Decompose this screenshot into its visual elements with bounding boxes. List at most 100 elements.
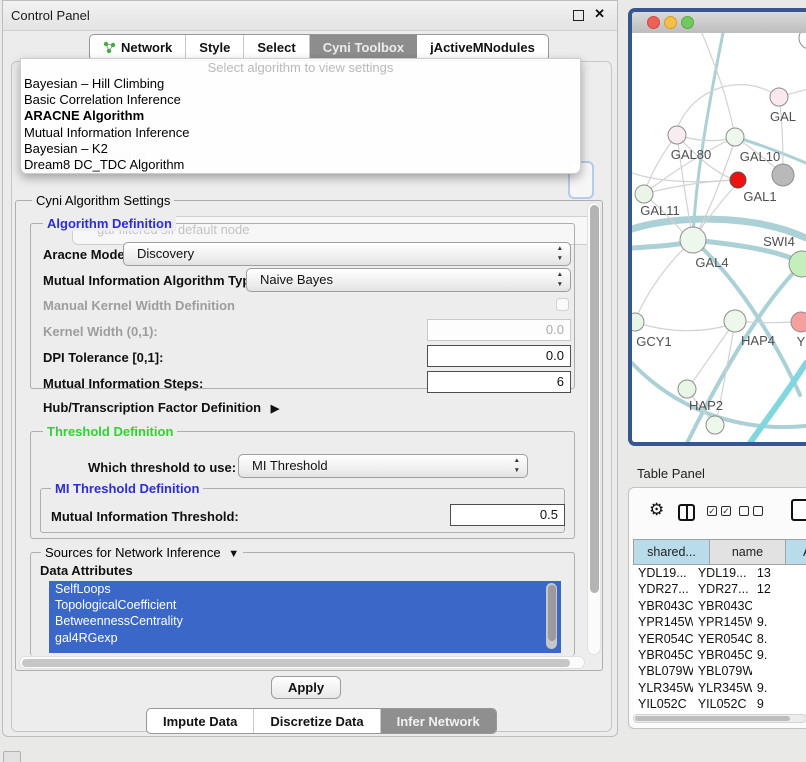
float-window-icon[interactable]: [573, 10, 584, 21]
network-node[interactable]: [772, 164, 794, 186]
tab-select[interactable]: Select: [244, 35, 309, 60]
algorithm-option[interactable]: Bayesian – K2: [21, 141, 580, 157]
network-node[interactable]: [724, 310, 746, 332]
mi-steps-label: Mutual Information Steps:: [43, 376, 203, 391]
tab-style[interactable]: Style: [186, 35, 244, 60]
network-node[interactable]: [770, 88, 788, 106]
table-cell: YLR345W: [633, 680, 693, 696]
attribute-item[interactable]: TopologicalCoefficient: [49, 597, 561, 613]
dpi-tolerance-field[interactable]: 0.0: [427, 345, 571, 367]
unchecked-box-icon[interactable]: [753, 506, 763, 516]
tab-discretize-data[interactable]: Discretize Data: [254, 709, 380, 733]
mi-type-label: Mutual Information Algorithm Type:: [43, 273, 262, 288]
mi-threshold-title: MI Threshold Definition: [51, 481, 203, 496]
bottom-tabbar: Impute Data Discretize Data Infer Networ…: [146, 708, 497, 734]
network-node[interactable]: [632, 313, 644, 331]
column-header-shared[interactable]: shared...: [633, 539, 710, 565]
table-row[interactable]: YBR045CYBR045C9.: [633, 647, 806, 663]
minimize-traffic-light[interactable]: [664, 16, 677, 29]
close-panel-icon[interactable]: ✕: [594, 6, 605, 22]
algorithm-option[interactable]: Bayesian – Hill Climbing: [21, 76, 580, 92]
column-header-name[interactable]: name: [710, 539, 786, 565]
kernel-width-field[interactable]: 0.0: [427, 319, 571, 341]
algorithm-option[interactable]: Basic Correlation Inference: [21, 92, 580, 108]
attribute-item[interactable]: gal4RGexp: [49, 630, 561, 646]
algorithm-option[interactable]: ARACNE Algorithm: [21, 108, 580, 124]
table-cell: 9.: [752, 614, 806, 630]
attribute-item[interactable]: BetweennessCentrality: [49, 613, 561, 629]
sources-title[interactable]: Sources for Network Inference ▼: [41, 545, 243, 560]
mi-threshold-field[interactable]: 0.5: [450, 504, 565, 526]
table-cell: 9: [752, 696, 806, 712]
tab-jactivemnodules[interactable]: jActiveMNodules: [417, 35, 548, 60]
mi-steps-field[interactable]: 6: [427, 371, 571, 393]
network-view-window: GALGAL80GAL10GAL1GAL11GAL4SWI4GCY1HAP4YH…: [628, 8, 806, 446]
apply-button[interactable]: Apply: [271, 676, 341, 699]
network-edge[interactable]: [637, 240, 693, 316]
table-row[interactable]: YER054CYER054C8.: [633, 631, 806, 647]
split-columns-icon[interactable]: [678, 504, 695, 521]
stepper-icon: ▲▼: [514, 456, 520, 476]
stepper-icon: ▲▼: [557, 270, 563, 290]
checked-box-icon[interactable]: ✓: [707, 506, 717, 516]
network-node[interactable]: [799, 33, 806, 49]
tab-infer-network[interactable]: Infer Network: [381, 709, 496, 733]
network-node[interactable]: [791, 312, 806, 332]
algorithm-option[interactable]: Dream8 DC_TDC Algorithm: [21, 157, 580, 173]
network-node[interactable]: [730, 172, 746, 188]
table-row[interactable]: YIL052CYIL052C9: [633, 696, 806, 712]
stepper-icon: ▲▼: [557, 244, 563, 264]
table-row[interactable]: YLR345WYLR345W9.: [633, 680, 806, 696]
network-node-label: HAP2: [689, 398, 723, 413]
table-row[interactable]: YDR27...YDR27...12: [633, 581, 806, 597]
network-window-titlebar: [632, 12, 806, 34]
zoom-traffic-light[interactable]: [681, 16, 694, 29]
table-cell: YBL079W: [633, 663, 693, 679]
table-cell: [752, 598, 806, 614]
network-canvas[interactable]: GALGAL80GAL10GAL1GAL11GAL4SWI4GCY1HAP4YH…: [632, 33, 806, 443]
settings-horizontal-scrollbar[interactable]: [19, 656, 585, 669]
algorithm-definition-title: Algorithm Definition: [43, 216, 176, 231]
network-edge[interactable]: [687, 264, 802, 443]
network-node[interactable]: [726, 128, 744, 146]
table-horizontal-scrollbar[interactable]: [633, 714, 806, 723]
network-edge[interactable]: [635, 322, 729, 331]
network-node[interactable]: [678, 380, 696, 398]
table-cell: YDL19...: [633, 565, 693, 581]
network-edge[interactable]: [693, 33, 723, 240]
expand-down-icon: ▼: [228, 548, 239, 560]
manual-kernel-checkbox[interactable]: [556, 298, 569, 311]
settings-vertical-scrollbar[interactable]: [587, 202, 601, 655]
table-row[interactable]: YBL079WYBL079W: [633, 663, 806, 679]
which-threshold-combo[interactable]: MI Threshold ▲▼: [238, 454, 528, 478]
aracne-mode-combo[interactable]: Discovery ▲▼: [123, 242, 571, 266]
network-node[interactable]: [635, 185, 653, 203]
collapsed-panel-icon[interactable]: [3, 751, 21, 762]
algorithm-dropdown-list: Bayesian – Hill ClimbingBasic Correlatio…: [21, 76, 580, 173]
tab-network[interactable]: Network: [90, 35, 186, 60]
data-attributes-list[interactable]: SelfLoopsTopologicalCoefficientBetweenne…: [49, 581, 561, 653]
table-row[interactable]: YDL19...YDL19...13: [633, 565, 806, 581]
column-header-partial[interactable]: A: [786, 539, 806, 565]
tab-impute-data[interactable]: Impute Data: [147, 709, 254, 733]
checked-box-icon[interactable]: ✓: [721, 506, 731, 516]
network-edge[interactable]: [750, 363, 806, 443]
algorithm-option[interactable]: Mutual Information Inference: [21, 125, 580, 141]
attributes-scrollbar[interactable]: [546, 583, 557, 649]
tab-cyni-toolbox[interactable]: Cyni Toolbox: [310, 35, 417, 60]
gear-icon[interactable]: ⚙: [649, 500, 664, 520]
network-node[interactable]: [680, 227, 706, 253]
network-node[interactable]: [706, 416, 724, 434]
network-node[interactable]: [668, 126, 686, 144]
table-row[interactable]: YBR043CYBR043C: [633, 598, 806, 614]
hub-definition-toggle[interactable]: Hub/Transcription Factor Definition ▶: [43, 400, 279, 415]
aracne-mode-label: Aracne Mode:: [43, 247, 129, 262]
table-row[interactable]: YPR145WYPR145W9.: [633, 614, 806, 630]
mi-type-combo[interactable]: Naive Bayes ▲▼: [246, 268, 571, 292]
close-traffic-light[interactable]: [647, 16, 660, 29]
new-table-icon[interactable]: [791, 499, 806, 521]
unchecked-box-icon[interactable]: [739, 506, 749, 516]
attribute-item[interactable]: SelfLoops: [49, 581, 561, 597]
table-cell: 8.: [752, 631, 806, 647]
table-cell: YDR27...: [633, 581, 693, 597]
